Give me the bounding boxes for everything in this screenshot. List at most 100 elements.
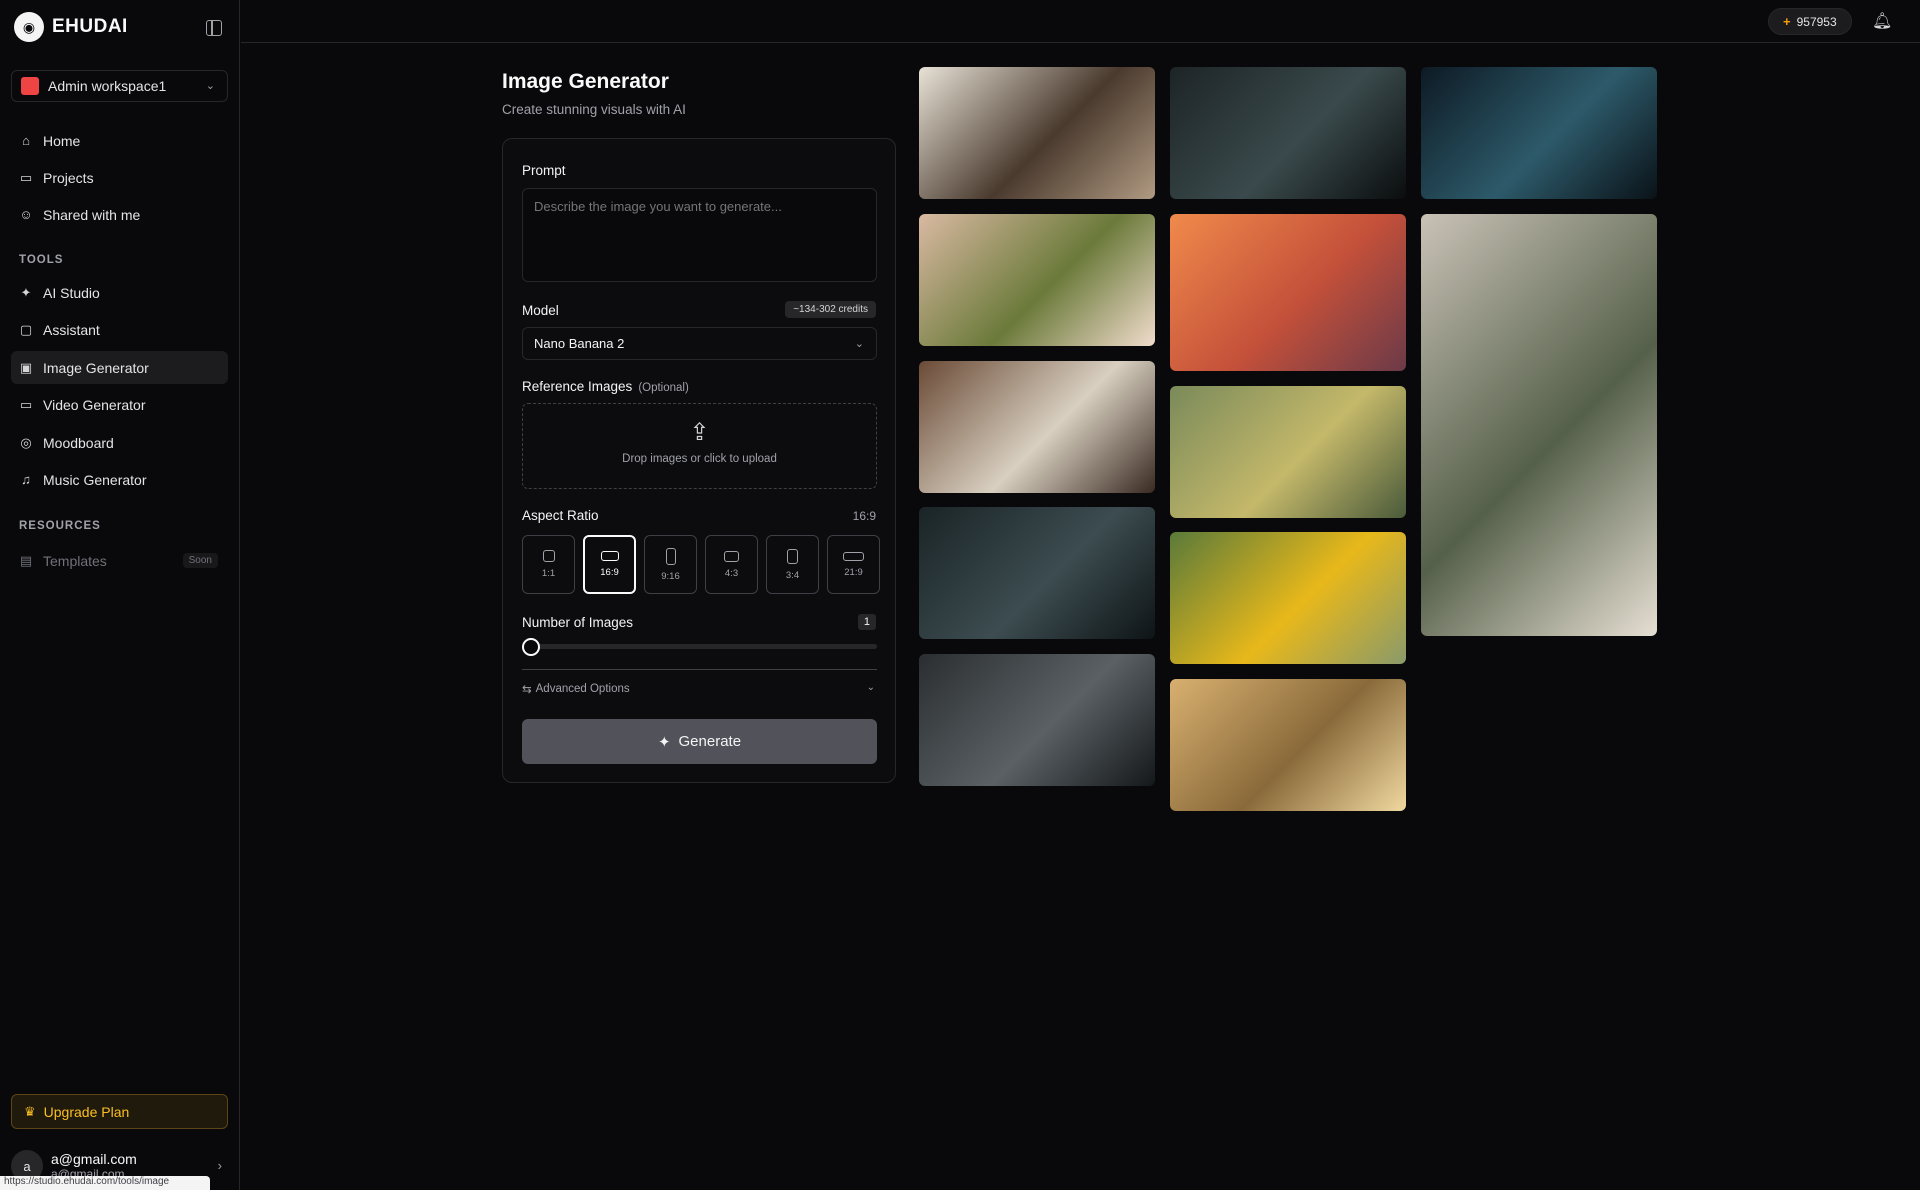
video-icon: ▭ <box>19 396 33 412</box>
sidebar-collapse-icon[interactable] <box>206 20 222 36</box>
square-icon <box>542 550 555 562</box>
ratio-label: 3:4 <box>785 569 800 581</box>
gallery-image-1[interactable] <box>919 67 1155 199</box>
credits-badge[interactable]: + 957953 <box>1768 8 1852 35</box>
model-label: Model <box>522 303 559 318</box>
gallery-image-2[interactable] <box>1170 67 1406 199</box>
nav-label: Image Generator <box>43 359 149 376</box>
nav-label: Assistant <box>43 321 100 338</box>
prompt-label: Prompt <box>522 163 566 178</box>
home-icon: ⌂ <box>22 133 30 148</box>
gallery-image-6[interactable] <box>1421 214 1657 636</box>
nav-shared[interactable]: ☺ Shared with me <box>11 198 228 231</box>
nav-ai-studio[interactable]: ✦ AI Studio <box>11 276 228 309</box>
ratio-label: 4:3 <box>724 567 739 579</box>
brand[interactable]: ◉ EHUDAI <box>14 12 128 42</box>
generator-form-panel: Prompt Model ~134-302 credits Nano Banan… <box>502 138 896 783</box>
nav-label: Moodboard <box>43 434 114 451</box>
landscape-icon <box>724 550 739 562</box>
optional-hint: (Optional) <box>638 382 689 394</box>
soon-badge: Soon <box>182 553 218 568</box>
nav-label: AI Studio <box>43 284 100 301</box>
workspace-name: Admin workspace1 <box>48 78 167 94</box>
gallery-image-8[interactable] <box>1170 386 1406 518</box>
gallery-image-3[interactable] <box>1421 67 1657 199</box>
gallery-image-11[interactable] <box>919 654 1155 786</box>
chevron-right-icon: › <box>217 1158 222 1173</box>
prompt-input[interactable] <box>522 188 877 282</box>
image-icon: ▣ <box>19 359 33 375</box>
dropzone-text: Drop images or click to upload <box>622 453 777 465</box>
ratio-label: 9:16 <box>661 570 680 582</box>
nav-home[interactable]: ⌂ Home <box>11 124 228 157</box>
number-of-images-slider-thumb[interactable] <box>522 638 540 656</box>
ultrawide-icon <box>843 551 864 561</box>
model-select[interactable]: Nano Banana 2 ⌄ <box>522 327 877 360</box>
chevron-down-icon: ⌄ <box>205 80 215 92</box>
gallery-image-10[interactable] <box>1170 532 1406 664</box>
gallery-image-4[interactable] <box>919 214 1155 346</box>
upgrade-label: Upgrade Plan <box>43 1103 130 1120</box>
credits-value: 957953 <box>1796 14 1837 29</box>
gallery-image-12[interactable] <box>1170 679 1406 811</box>
portrait-icon <box>787 548 798 564</box>
music-icon: ♫ <box>21 472 31 487</box>
nav-label: Home <box>43 132 81 149</box>
user-name: a@gmail.com <box>51 1151 137 1167</box>
sparkles-icon: ✦ <box>20 284 32 300</box>
ratio-label: 21:9 <box>844 566 863 578</box>
topbar <box>241 0 1920 43</box>
crown-icon: ♛ <box>24 1103 36 1119</box>
nav-video-generator[interactable]: ▭ Video Generator <box>11 388 228 421</box>
workspace-selector[interactable]: Admin workspace1 ⌄ <box>11 70 228 102</box>
gallery-image-9[interactable] <box>919 507 1155 639</box>
nav-image-generator[interactable]: ▣ Image Generator <box>11 351 228 384</box>
palette-icon: ◎ <box>20 434 32 450</box>
number-of-images-label: Number of Images <box>522 615 634 630</box>
aspect-ratio-options: 1:1 16:9 9:16 4:3 3:4 21:9 <box>522 535 880 594</box>
reference-images-title: Reference Images <box>522 379 633 394</box>
gallery-image-7[interactable] <box>919 361 1155 493</box>
template-icon: ▤ <box>19 552 33 568</box>
upgrade-plan-button[interactable]: ♛ Upgrade Plan <box>11 1094 228 1129</box>
resources-section-label: RESOURCES <box>19 520 101 532</box>
nav-label: Music Generator <box>43 471 147 488</box>
workspace-color-swatch <box>21 77 39 95</box>
ratio-3-4-button[interactable]: 3:4 <box>766 535 819 594</box>
ratio-label: 16:9 <box>600 567 619 578</box>
divider <box>522 669 877 670</box>
bell-icon[interactable]: 🔔︎ <box>1872 11 1892 30</box>
tools-section-label: TOOLS <box>19 254 64 266</box>
number-of-images-slider-track[interactable] <box>522 644 877 649</box>
gallery-image-5[interactable] <box>1170 214 1406 371</box>
ratio-4-3-button[interactable]: 4:3 <box>705 535 758 594</box>
number-of-images-value: 1 <box>857 614 876 630</box>
nav-label: Projects <box>43 169 94 186</box>
nav-moodboard[interactable]: ◎ Moodboard <box>11 426 228 459</box>
ratio-16-9-button[interactable]: 16:9 <box>583 535 636 594</box>
sliders-icon: ⇆ <box>522 684 532 696</box>
generate-button[interactable]: ✦ Generate <box>522 719 877 764</box>
chat-icon: ▢ <box>19 321 33 337</box>
generate-label: Generate <box>678 733 742 750</box>
folder-icon: ▭ <box>19 169 33 185</box>
chevron-down-icon: ⌄ <box>854 338 864 350</box>
ratio-9-16-button[interactable]: 9:16 <box>644 535 697 594</box>
chevron-down-icon: ⌄ <box>866 682 875 693</box>
portrait-icon <box>665 547 676 565</box>
ratio-label: 1:1 <box>541 568 556 579</box>
sparkles-icon: ✦ <box>657 733 671 751</box>
ratio-21-9-button[interactable]: 21:9 <box>827 535 880 594</box>
landscape-icon <box>600 551 619 561</box>
users-icon: ☺ <box>19 207 33 222</box>
advanced-options-label: Advanced Options <box>535 683 630 695</box>
ratio-1-1-button[interactable]: 1:1 <box>522 535 575 594</box>
page-subtitle: Create stunning visuals with AI <box>502 102 686 117</box>
reference-upload-dropzone[interactable]: ⇪ Drop images or click to upload <box>522 403 877 489</box>
page-title: Image Generator <box>502 70 669 93</box>
advanced-options-toggle[interactable]: ⇆ Advanced Options ⌄ <box>522 682 877 696</box>
nav-projects[interactable]: ▭ Projects <box>11 161 228 194</box>
nav-assistant[interactable]: ▢ Assistant <box>11 313 228 346</box>
nav-music-generator[interactable]: ♫ Music Generator <box>11 463 228 496</box>
reference-images-label: Reference Images (Optional) <box>522 379 689 394</box>
